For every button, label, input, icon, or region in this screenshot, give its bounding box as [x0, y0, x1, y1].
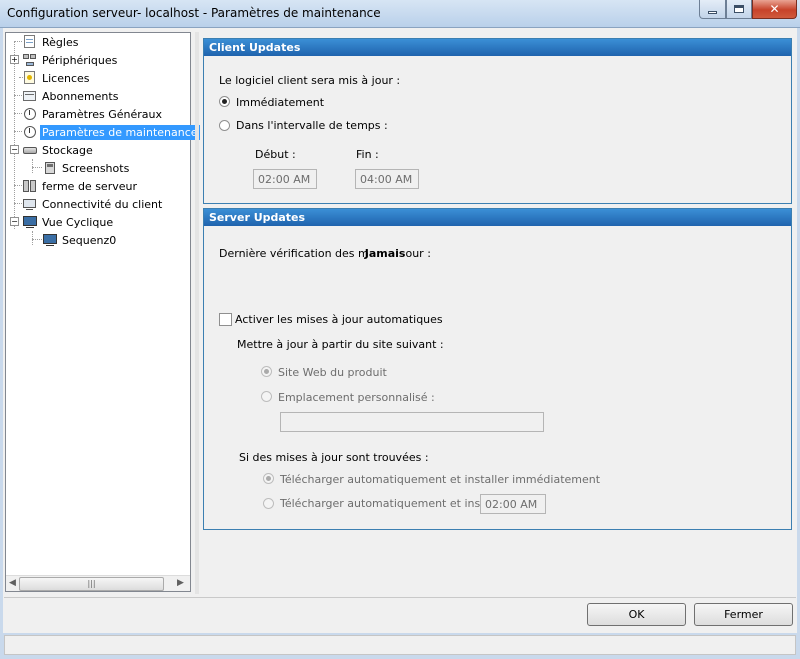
- window-title: Configuration serveur- localhost - Param…: [7, 6, 381, 20]
- tree-item-label: ferme de serveur: [42, 179, 137, 193]
- tree-item-label: Paramètres de maintenance: [40, 124, 200, 140]
- custom-location-field[interactable]: [280, 412, 544, 432]
- tree-item-label: Screenshots: [62, 161, 130, 175]
- start-time-field[interactable]: 02:00 AM: [253, 169, 317, 189]
- minimize-button[interactable]: [699, 0, 726, 19]
- last-check-label: Dernière vérification des mJamaisour :: [219, 247, 431, 260]
- last-check-label-text: Dernière vérification des m: [219, 247, 369, 260]
- tree-item-regles[interactable]: Règles: [22, 34, 80, 50]
- clock-settings-icon: [22, 125, 38, 139]
- tree-item-connectivite-client[interactable]: Connectivité du client: [22, 196, 164, 212]
- tree-item-label: Licences: [42, 71, 90, 85]
- radio-interval-label[interactable]: Dans l'intervalle de temps :: [236, 119, 388, 132]
- collapse-vue-cyclique-button[interactable]: −: [10, 217, 19, 226]
- document-icon: [22, 35, 38, 49]
- found-updates-prompt: Si des mises à jour sont trouvées :: [239, 451, 429, 464]
- auto-update-label[interactable]: Activer les mises à jour automatiques: [235, 313, 443, 326]
- tree-item-abonnements[interactable]: Abonnements: [22, 88, 120, 104]
- client-connectivity-icon: [22, 197, 38, 211]
- monitor-icon: [22, 215, 38, 229]
- tree-item-label: Stockage: [42, 143, 93, 157]
- collapse-stockage-button[interactable]: −: [10, 145, 19, 154]
- status-bar-inner: [4, 635, 796, 655]
- scrollbar-thumb[interactable]: |||: [19, 577, 164, 591]
- window-titlebar[interactable]: Configuration serveur- localhost - Param…: [0, 0, 800, 28]
- close-icon: ✕: [769, 2, 780, 16]
- license-icon: [22, 71, 38, 85]
- storage-drive-icon: [22, 143, 38, 157]
- last-check-label-tail: our :: [405, 247, 431, 260]
- radio-immediate[interactable]: [219, 96, 230, 107]
- minimize-icon: [708, 10, 717, 14]
- expand-peripheriques-button[interactable]: +: [10, 55, 19, 64]
- panel-header: Server Updates: [204, 209, 791, 226]
- subscription-icon: [22, 89, 38, 103]
- tree-item-parametres-generaux[interactable]: Paramètres Généraux: [22, 106, 164, 122]
- network-devices-icon: [22, 53, 38, 67]
- site-prompt: Mettre à jour à partir du site suivant :: [237, 338, 444, 351]
- server-farm-icon: [22, 179, 38, 193]
- tree-item-label: Vue Cyclique: [42, 215, 114, 229]
- start-time-label: Début :: [255, 148, 296, 161]
- radio-immediate-label[interactable]: Immédiatement: [236, 96, 324, 109]
- pane-splitter[interactable]: [195, 32, 199, 594]
- panel-header: Client Updates: [204, 39, 791, 56]
- radio-install-now-label[interactable]: Télécharger automatiquement et installer…: [280, 473, 600, 486]
- maximize-icon: [734, 5, 744, 13]
- tree-item-screenshots[interactable]: Screenshots: [42, 160, 131, 176]
- radio-product-site-label[interactable]: Site Web du produit: [278, 366, 387, 379]
- radio-install-at[interactable]: [263, 498, 274, 509]
- scroll-right-icon[interactable]: ▶: [177, 578, 184, 588]
- tree-item-label: Périphériques: [42, 53, 118, 67]
- tree-item-stockage[interactable]: Stockage: [22, 142, 95, 158]
- tree-item-label: Abonnements: [42, 89, 119, 103]
- client-update-prompt: Le logiciel client sera mis à jour :: [219, 74, 401, 87]
- maximize-button[interactable]: [726, 0, 752, 19]
- tree-item-parametres-maintenance[interactable]: Paramètres de maintenance: [22, 124, 200, 140]
- tree-item-sequenz0[interactable]: Sequenz0: [42, 232, 118, 248]
- settings-tree[interactable]: Règles + Périphériques Licences Abonneme…: [5, 32, 200, 592]
- radio-interval[interactable]: [219, 120, 230, 131]
- monitor-icon: [42, 233, 58, 247]
- install-time-field[interactable]: 02:00 AM: [480, 494, 546, 514]
- status-bar: [0, 633, 800, 659]
- auto-update-checkbox[interactable]: [219, 313, 232, 326]
- radio-custom-location[interactable]: [261, 391, 272, 402]
- tree-item-peripheriques[interactable]: Périphériques: [22, 52, 119, 68]
- scroll-left-icon[interactable]: ◀: [9, 578, 16, 588]
- tree-item-licences[interactable]: Licences: [22, 70, 92, 86]
- tree-item-label: Connectivité du client: [42, 197, 163, 211]
- radio-install-at-label[interactable]: Télécharger automatiquement et inst: [280, 497, 485, 510]
- ok-button[interactable]: OK: [587, 603, 686, 626]
- radio-install-now[interactable]: [263, 473, 274, 484]
- tree-item-ferme-de-serveur[interactable]: ferme de serveur: [22, 178, 139, 194]
- tree-item-label: Paramètres Généraux: [42, 107, 162, 121]
- close-window-button[interactable]: ✕: [752, 0, 797, 19]
- tree-horizontal-scrollbar[interactable]: ◀ ||| ▶: [6, 575, 190, 591]
- tree-item-label: Règles: [42, 35, 79, 49]
- tree-item-label: Sequenz0: [62, 233, 117, 247]
- end-time-label: Fin :: [356, 148, 379, 161]
- radio-custom-location-label[interactable]: Emplacement personnalisé :: [278, 391, 435, 404]
- last-check-value: Jamais: [364, 247, 406, 260]
- radio-product-site[interactable]: [261, 366, 272, 377]
- close-button[interactable]: Fermer: [694, 603, 793, 626]
- screenshot-storage-icon: [42, 161, 58, 175]
- clock-settings-icon: [22, 107, 38, 121]
- end-time-field[interactable]: 04:00 AM: [355, 169, 419, 189]
- tree-item-vue-cyclique[interactable]: Vue Cyclique: [22, 214, 115, 230]
